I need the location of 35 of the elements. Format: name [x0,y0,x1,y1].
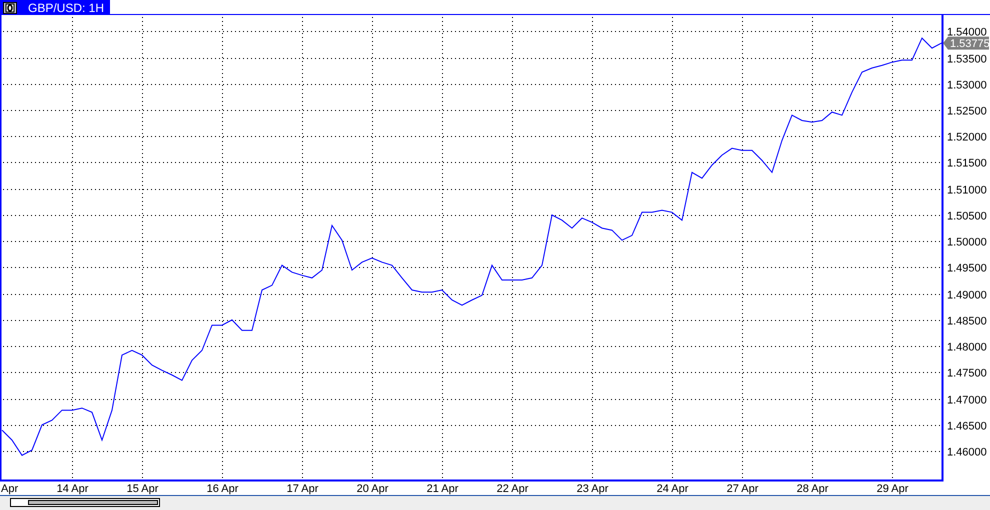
chart-window-icon[interactable] [3,2,17,14]
date-axis-label: 28 Apr [796,483,828,495]
date-axis-label: 23 Apr [576,483,608,495]
scrollbar-track[interactable] [10,498,160,507]
date-axis-label: Apr [1,483,18,495]
scrollbar-thumb[interactable] [28,500,158,505]
price-axis-label: 1.46000 [947,446,987,458]
date-axis-label: 24 Apr [656,483,688,495]
price-axis-label: 1.50500 [947,210,987,222]
price-axis-label: 1.49500 [947,262,987,274]
price-axis-label: 1.53500 [947,54,987,66]
date-axis-label: 17 Apr [286,483,318,495]
date-axis-label: 29 Apr [876,483,908,495]
price-axis-label: 1.46500 [947,420,987,432]
price-axis-label: 1.49000 [947,290,987,302]
price-axis-label: 1.53000 [947,80,987,92]
chart-tab[interactable]: GBP/USD: 1H [20,0,110,15]
date-axis-label: 21 Apr [426,483,458,495]
price-axis-label: 1.52000 [947,132,987,144]
price-axis-label: 1.51000 [947,184,987,196]
price-axis-label: 1.47500 [947,368,987,380]
date-axis-label: 15 Apr [126,483,158,495]
date-axis-label: 27 Apr [726,483,758,495]
date-axis-label: 14 Apr [56,483,88,495]
price-axis-label: 1.54000 [947,26,987,38]
price-axis-label: 1.47000 [947,394,987,406]
price-axis-label: 1.50000 [947,236,987,248]
price-axis-label: 1.48500 [947,316,987,328]
current-price-tag: 1.53775 [943,36,990,50]
date-axis-label: 16 Apr [206,483,238,495]
price-axis-label: 1.48000 [947,342,987,354]
date-axis-label: 22 Apr [496,483,528,495]
date-axis-label: 20 Apr [356,483,388,495]
price-axis-label: 1.52500 [947,106,987,118]
price-axis-label: 1.51500 [947,158,987,170]
